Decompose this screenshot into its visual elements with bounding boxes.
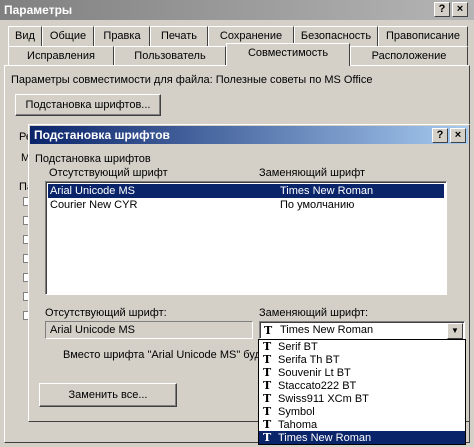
font-substitution-list[interactable]: Arial Unicode MS Times New Roman Courier… <box>45 181 447 295</box>
options-title-bar: Параметры <box>0 0 474 20</box>
col-replacing-header: Заменяющий шрифт <box>259 167 366 179</box>
options-title: Параметры <box>4 3 73 17</box>
truetype-icon: T <box>263 431 272 444</box>
truetype-icon: T <box>264 324 273 337</box>
dialog-close-icon[interactable]: × <box>450 128 466 143</box>
replacing-font-combobox[interactable]: T Times New Roman ▼ <box>259 321 465 339</box>
truetype-icon: T <box>263 379 272 392</box>
dialog-help-icon[interactable]: ? <box>432 128 448 143</box>
replacing-font-label: Заменяющий шрифт: <box>259 307 369 319</box>
list-item[interactable]: T Staccato222 BT <box>259 379 465 392</box>
tab-print[interactable]: Печать <box>150 26 208 46</box>
chevron-down-icon[interactable]: ▼ <box>447 323 463 339</box>
truetype-icon: T <box>263 366 272 379</box>
list-item[interactable]: T Symbol <box>259 405 465 418</box>
tab-file-locations[interactable]: Расположение <box>350 46 468 66</box>
tab-compatibility[interactable]: Совместимость <box>226 43 350 66</box>
dialog-title-bar: Подстановка шрифтов <box>30 126 468 144</box>
font-substitution-button[interactable]: Подстановка шрифтов... <box>15 94 161 116</box>
tab-user-info[interactable]: Пользователь <box>114 46 226 66</box>
truetype-icon: T <box>263 405 272 418</box>
tab-general[interactable]: Общие <box>42 26 94 46</box>
col-missing-header: Отсутствующий шрифт <box>49 167 168 179</box>
list-item[interactable]: T Serif BT <box>259 340 465 353</box>
dialog-title: Подстановка шрифтов <box>34 128 170 142</box>
tab-spelling[interactable]: Правописание <box>378 26 468 46</box>
truetype-icon: T <box>263 353 272 366</box>
options-help-icon[interactable]: ? <box>434 2 450 17</box>
replacing-font-value: Times New Roman <box>280 324 374 336</box>
truetype-icon: T <box>263 392 272 405</box>
list-item-selected[interactable]: T Times New Roman <box>259 431 465 444</box>
list-item[interactable]: T Souvenir Lt BT <box>259 366 465 379</box>
list-item[interactable]: T Serifa Th BT <box>259 353 465 366</box>
replace-all-button[interactable]: Заменить все... <box>39 383 177 407</box>
compat-options-label: Параметры совместимости для файла: Полез… <box>11 74 373 86</box>
row-missing-font: Courier New CYR <box>50 199 138 211</box>
group-label: Подстановка шрифтов <box>35 153 151 165</box>
missing-font-label: Отсутствующий шрифт: <box>45 307 167 319</box>
list-item[interactable]: T Swiss911 XCm BT <box>259 392 465 405</box>
table-row[interactable]: Courier New CYR По умолчанию <box>48 198 444 212</box>
list-item[interactable]: T Tahoma <box>259 418 465 431</box>
tab-edit[interactable]: Правка <box>94 26 150 46</box>
table-row[interactable]: Arial Unicode MS Times New Roman <box>48 184 444 198</box>
missing-font-value: Arial Unicode MS <box>50 324 135 336</box>
tab-view[interactable]: Вид <box>8 26 42 46</box>
row-missing-font: Arial Unicode MS <box>50 185 135 197</box>
tab-track-changes[interactable]: Исправления <box>8 46 114 66</box>
row-replacing-font: По умолчанию <box>280 199 355 211</box>
missing-font-field: Arial Unicode MS <box>45 321 253 339</box>
substitution-note: Вместо шрифта "Arial Unicode MS" будет <box>63 349 259 361</box>
truetype-icon: T <box>263 418 272 431</box>
options-close-icon[interactable]: × <box>452 2 468 17</box>
truetype-icon: T <box>263 340 272 353</box>
font-dropdown-list[interactable]: T Serif BT T Serifa Th BT T Souvenir Lt BT … <box>258 339 466 445</box>
row-replacing-font: Times New Roman <box>280 185 374 197</box>
